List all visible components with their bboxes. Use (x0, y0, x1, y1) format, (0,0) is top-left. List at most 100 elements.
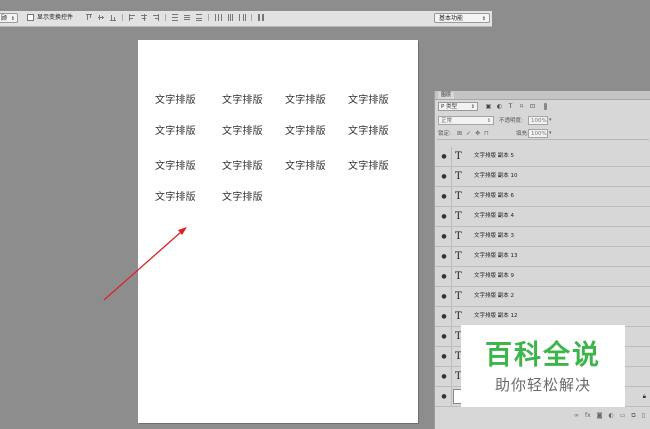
lock-icon: 🔒︎ (642, 393, 646, 400)
distribute-right-icon[interactable] (239, 14, 246, 21)
adjustment-layer-icon[interactable]: ◐ (608, 411, 613, 421)
text-layer[interactable]: 文字排版 (155, 122, 196, 137)
panel-tabbar: 图层 (435, 91, 650, 100)
align-left-icon[interactable] (129, 14, 135, 21)
chevron-down-icon: ⇕ (486, 118, 491, 124)
lock-pixels-icon[interactable]: ✓ (466, 130, 471, 138)
text-layer-icon: T (455, 211, 462, 222)
chevron-down-icon: ⇕ (481, 16, 486, 22)
pixel-filter-icon[interactable]: ▣ (485, 103, 492, 110)
layer-row[interactable]: ● T 文字排版 副本 2 (435, 287, 650, 307)
layer-name: 文字排版 副本 9 (474, 273, 514, 279)
link-layers-icon[interactable]: ∞ (574, 411, 579, 421)
align-right-icon[interactable] (153, 14, 159, 21)
eye-icon[interactable]: ● (439, 307, 449, 326)
chevron-down-icon: ⇕ (470, 104, 475, 110)
text-layer[interactable]: 文字排版 (348, 122, 389, 137)
text-layer[interactable]: 文字排版 (285, 157, 326, 172)
layer-style-icon[interactable]: fx (585, 411, 591, 421)
align-bottom-icon[interactable] (110, 14, 116, 21)
layer-name: 文字排版 副本 13 (474, 253, 518, 259)
tab-layers[interactable]: 图层 (438, 92, 455, 99)
text-layer[interactable]: 文字排版 (285, 122, 326, 137)
text-layer[interactable]: 文字排版 (155, 188, 196, 203)
layer-row[interactable]: ● T 文字排版 副本 6 (435, 187, 650, 207)
lock-all-icon[interactable]: ⊓ (484, 130, 489, 138)
text-layer[interactable]: 文字排版 (155, 157, 196, 172)
eye-icon[interactable]: ● (439, 327, 449, 346)
text-layer[interactable]: 文字排版 (222, 91, 263, 106)
text-layer-icon: T (455, 231, 462, 242)
watermark-title: 百科全说 (485, 340, 601, 371)
new-layer-icon[interactable]: ⧉ (631, 411, 635, 421)
options-bar: 顾 ⇕ 显示变换控件 基本功能 ⇕ (0, 11, 492, 27)
layer-row[interactable]: ● T 文字排版 副本 3 (435, 227, 650, 247)
eye-icon[interactable]: ● (439, 187, 449, 206)
eye-icon[interactable]: ● (439, 267, 449, 286)
distribute-bottom-icon[interactable] (196, 14, 202, 21)
eye-icon[interactable]: ● (439, 207, 449, 226)
filter-icons: ▣ ◐ T ⌑ ⊡ (485, 103, 547, 110)
align-vcenter-icon[interactable] (98, 14, 104, 21)
eye-icon[interactable]: ● (439, 387, 449, 406)
eye-icon[interactable]: ● (439, 247, 449, 266)
eye-icon[interactable]: ● (439, 147, 449, 166)
document-canvas[interactable]: 文字排版 文字排版 文字排版 文字排版 文字排版 文字排版 文字排版 文字排版 … (138, 40, 418, 423)
workspace-select[interactable]: 基本功能 ⇕ (434, 13, 490, 23)
tool-preset-select[interactable]: 顾 ⇕ (0, 13, 18, 23)
show-transform-checkbox[interactable] (27, 14, 34, 21)
eye-icon[interactable]: ● (439, 367, 449, 386)
layer-name: 文字排版 副本 3 (474, 233, 514, 239)
align-hcenter-icon[interactable] (141, 14, 147, 21)
align-distribute-icons (86, 14, 270, 21)
text-layer[interactable]: 文字排版 (285, 91, 326, 106)
text-layer-icon: T (455, 151, 462, 162)
eye-icon[interactable]: ● (439, 167, 449, 186)
eye-icon[interactable]: ● (439, 227, 449, 246)
lock-position-icon[interactable]: ✥ (475, 130, 480, 138)
distribute-top-icon[interactable] (172, 14, 178, 21)
lock-icons: ⊠ ✓ ✥ ⊓ (457, 130, 489, 138)
fill-field[interactable]: 100% (528, 129, 548, 138)
layer-row[interactable]: ● T 文字排版 副本 10 (435, 167, 650, 187)
text-layer[interactable]: 文字排版 (348, 157, 389, 172)
eye-icon[interactable]: ● (439, 347, 449, 366)
eye-icon[interactable]: ● (439, 287, 449, 306)
filter-kind-select[interactable]: P 类型 ⇕ (438, 102, 478, 111)
adjustment-filter-icon[interactable]: ◐ (496, 103, 503, 110)
layer-row[interactable]: ● T 文字排版 副本 5 (435, 147, 650, 167)
distribute-hcenter-icon[interactable] (227, 14, 233, 21)
auto-align-icon[interactable] (258, 14, 264, 21)
opacity-field[interactable]: 100% (528, 116, 548, 125)
chevron-down-icon: ⇕ (10, 16, 15, 22)
smart-object-filter-icon[interactable]: ⊡ (529, 103, 536, 110)
shape-filter-icon[interactable]: ⌑ (518, 103, 525, 110)
delete-layer-icon[interactable]: ▯ (642, 411, 645, 421)
text-layer-icon: T (455, 271, 462, 282)
layer-name: 文字排版 副本 10 (474, 173, 518, 179)
lock-transparency-icon[interactable]: ⊠ (457, 130, 462, 138)
chevron-down-icon[interactable]: ▾ (549, 130, 552, 136)
text-layer[interactable]: 文字排版 (222, 122, 263, 137)
layer-row[interactable]: ● T 文字排版 副本 13 (435, 247, 650, 267)
layer-row[interactable]: ● T 文字排版 副本 4 (435, 207, 650, 227)
text-layer[interactable]: 文字排版 (348, 91, 389, 106)
filter-toggle[interactable] (544, 103, 547, 110)
blend-mode-value: 正常 (441, 118, 453, 124)
blend-mode-select[interactable]: 正常 ⇕ (438, 116, 494, 125)
align-top-icon[interactable] (86, 14, 92, 21)
text-layer[interactable]: 文字排版 (222, 188, 263, 203)
layer-name: 文字排版 副本 12 (474, 313, 518, 319)
distribute-left-icon[interactable] (215, 14, 222, 21)
layer-mask-icon[interactable]: ◙ (597, 411, 603, 421)
layer-row[interactable]: ● T 文字排版 副本 12 (435, 307, 650, 327)
type-filter-icon[interactable]: T (507, 103, 514, 110)
text-layer[interactable]: 文字排版 (155, 91, 196, 106)
chevron-down-icon[interactable]: ▾ (549, 117, 552, 123)
distribute-vcenter-icon[interactable] (184, 14, 190, 21)
layer-row[interactable]: ● T 文字排版 副本 9 (435, 267, 650, 287)
text-layer[interactable]: 文字排版 (222, 157, 263, 172)
layer-name: 文字排版 副本 4 (474, 213, 514, 219)
lock-label: 锁定: (438, 131, 451, 137)
new-group-icon[interactable]: ▭ (620, 411, 626, 421)
